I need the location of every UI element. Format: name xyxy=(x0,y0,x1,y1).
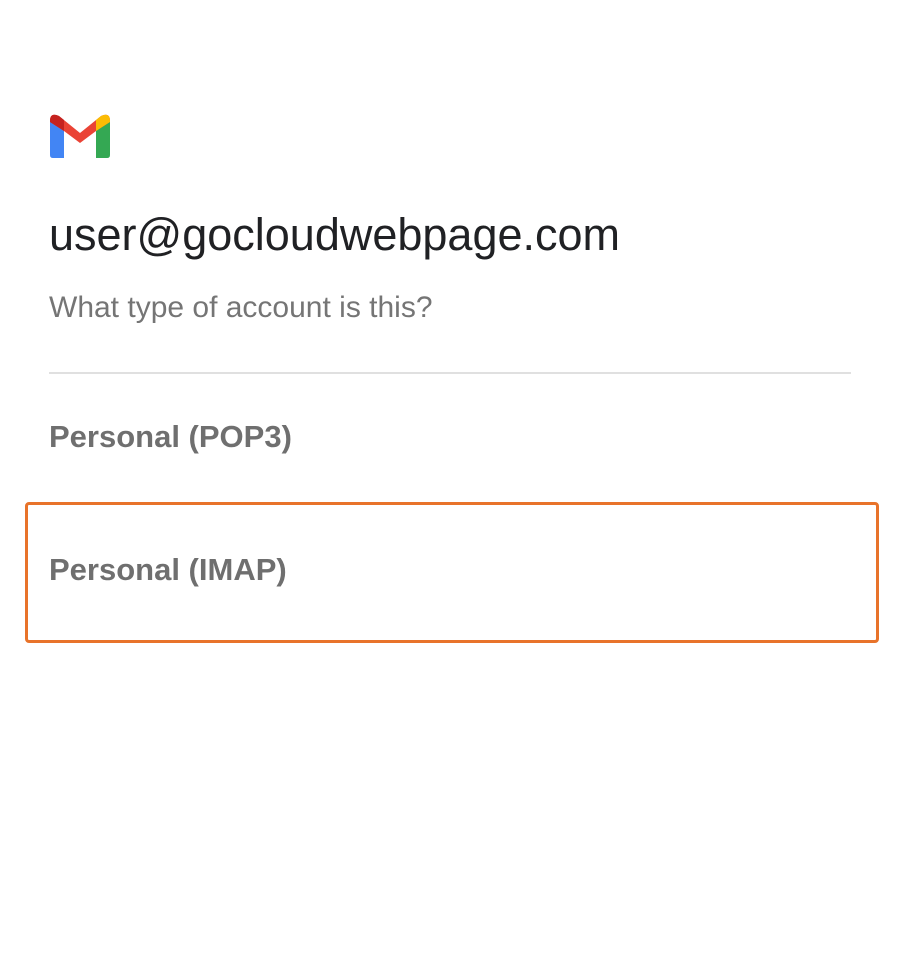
divider xyxy=(49,372,851,374)
option-label: Personal (POP3) xyxy=(49,419,292,454)
option-label: Personal (IMAP) xyxy=(49,552,287,587)
option-personal-imap[interactable]: Personal (IMAP) xyxy=(0,505,900,640)
option-personal-pop3[interactable]: Personal (POP3) xyxy=(0,385,900,495)
account-type-question: What type of account is this? xyxy=(49,291,433,324)
gmail-logo-icon xyxy=(50,112,110,158)
account-email: user@gocloudwebpage.com xyxy=(49,209,621,260)
